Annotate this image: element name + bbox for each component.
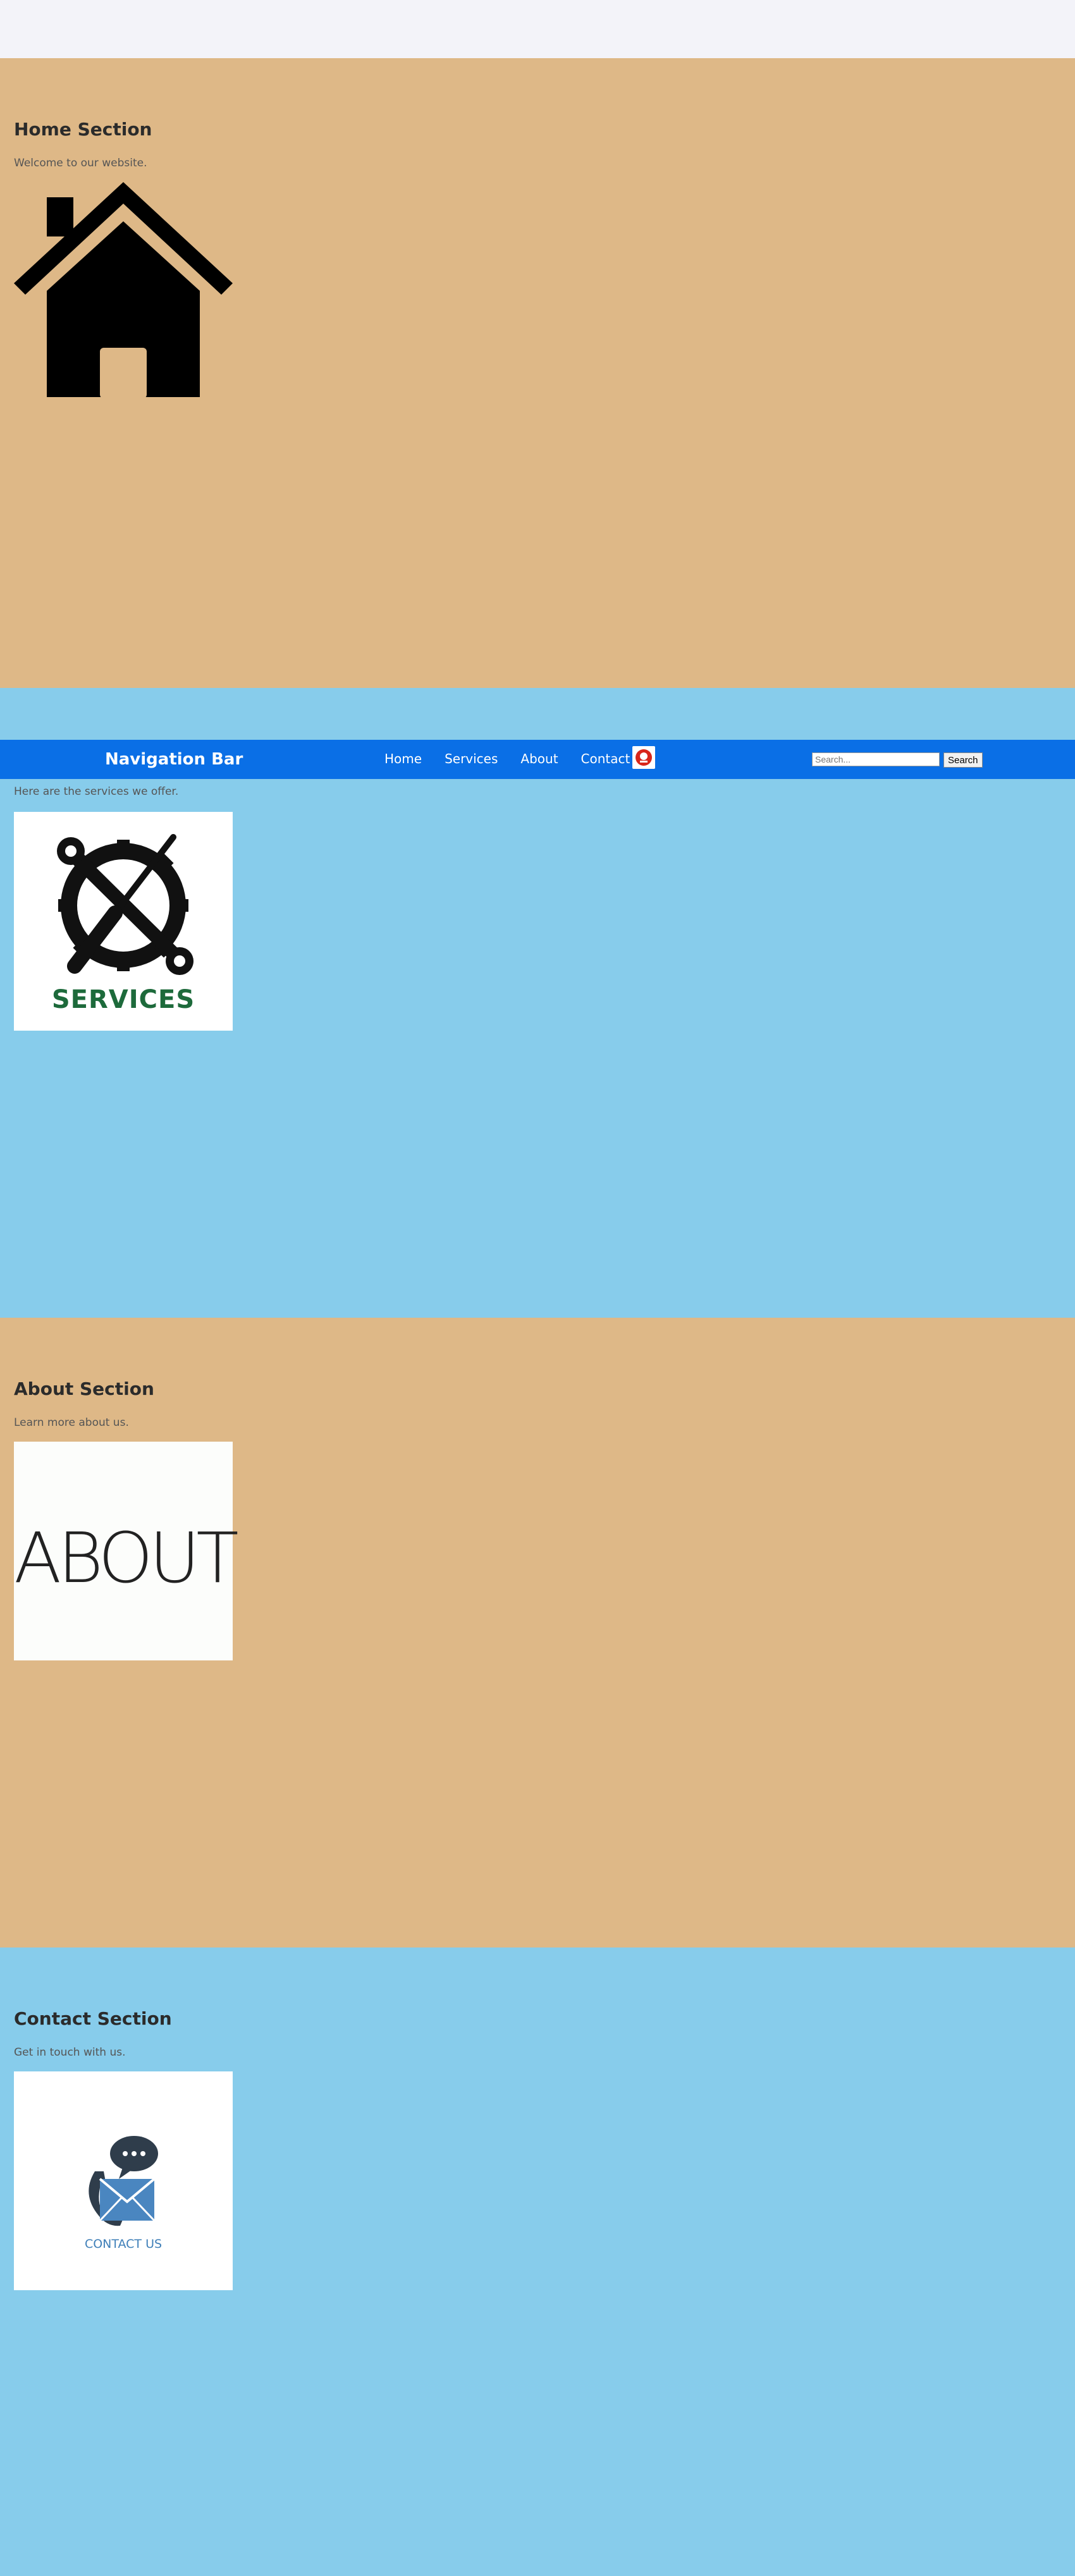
- phone-mail-chat-icon: [89, 2136, 158, 2226]
- search-button[interactable]: Search: [943, 752, 983, 768]
- services-image-caption: SERVICES: [51, 985, 195, 1014]
- search-input[interactable]: [812, 752, 940, 766]
- contact-section: Contact Section Get in touch with us. CO…: [0, 1947, 1075, 2576]
- contact-title: Contact Section: [14, 2008, 172, 2029]
- contact-image-caption: CONTACT US: [84, 2237, 163, 2251]
- about-text: Learn more about us.: [14, 1416, 129, 1429]
- house-icon: [14, 182, 233, 401]
- nav-link-contact[interactable]: Contact: [581, 751, 630, 766]
- services-image: SERVICES: [14, 812, 233, 1031]
- services-text: Here are the services we offer.: [14, 785, 179, 798]
- about-section: About Section Learn more about us. ABOUT: [0, 1318, 1075, 1947]
- nav-link-services[interactable]: Services: [445, 751, 498, 766]
- about-title: About Section: [14, 1378, 154, 1399]
- nav-brand[interactable]: Navigation Bar: [105, 750, 243, 769]
- nav-links: Home Services About Contact: [384, 751, 653, 766]
- home-section: Home Section Welcome to our website.: [0, 58, 1075, 688]
- home-text: Welcome to our website.: [14, 157, 147, 169]
- contact-image: CONTACT US: [14, 2071, 233, 2290]
- home-title: Home Section: [14, 119, 152, 140]
- nav-icon-button[interactable]: [632, 746, 655, 769]
- navigation-bar: Navigation Bar Home Services About Conta…: [0, 740, 1075, 779]
- about-image-caption: ABOUT: [14, 1518, 239, 1598]
- services-section: Here are the services we offer. SERVICES: [0, 688, 1075, 1318]
- about-image: ABOUT: [14, 1442, 239, 1660]
- red-circle-icon: [636, 749, 652, 766]
- nav-link-home[interactable]: Home: [384, 751, 422, 766]
- search-form: Search: [812, 752, 983, 768]
- contact-text: Get in touch with us.: [14, 2046, 126, 2059]
- nav-link-about[interactable]: About: [520, 751, 558, 766]
